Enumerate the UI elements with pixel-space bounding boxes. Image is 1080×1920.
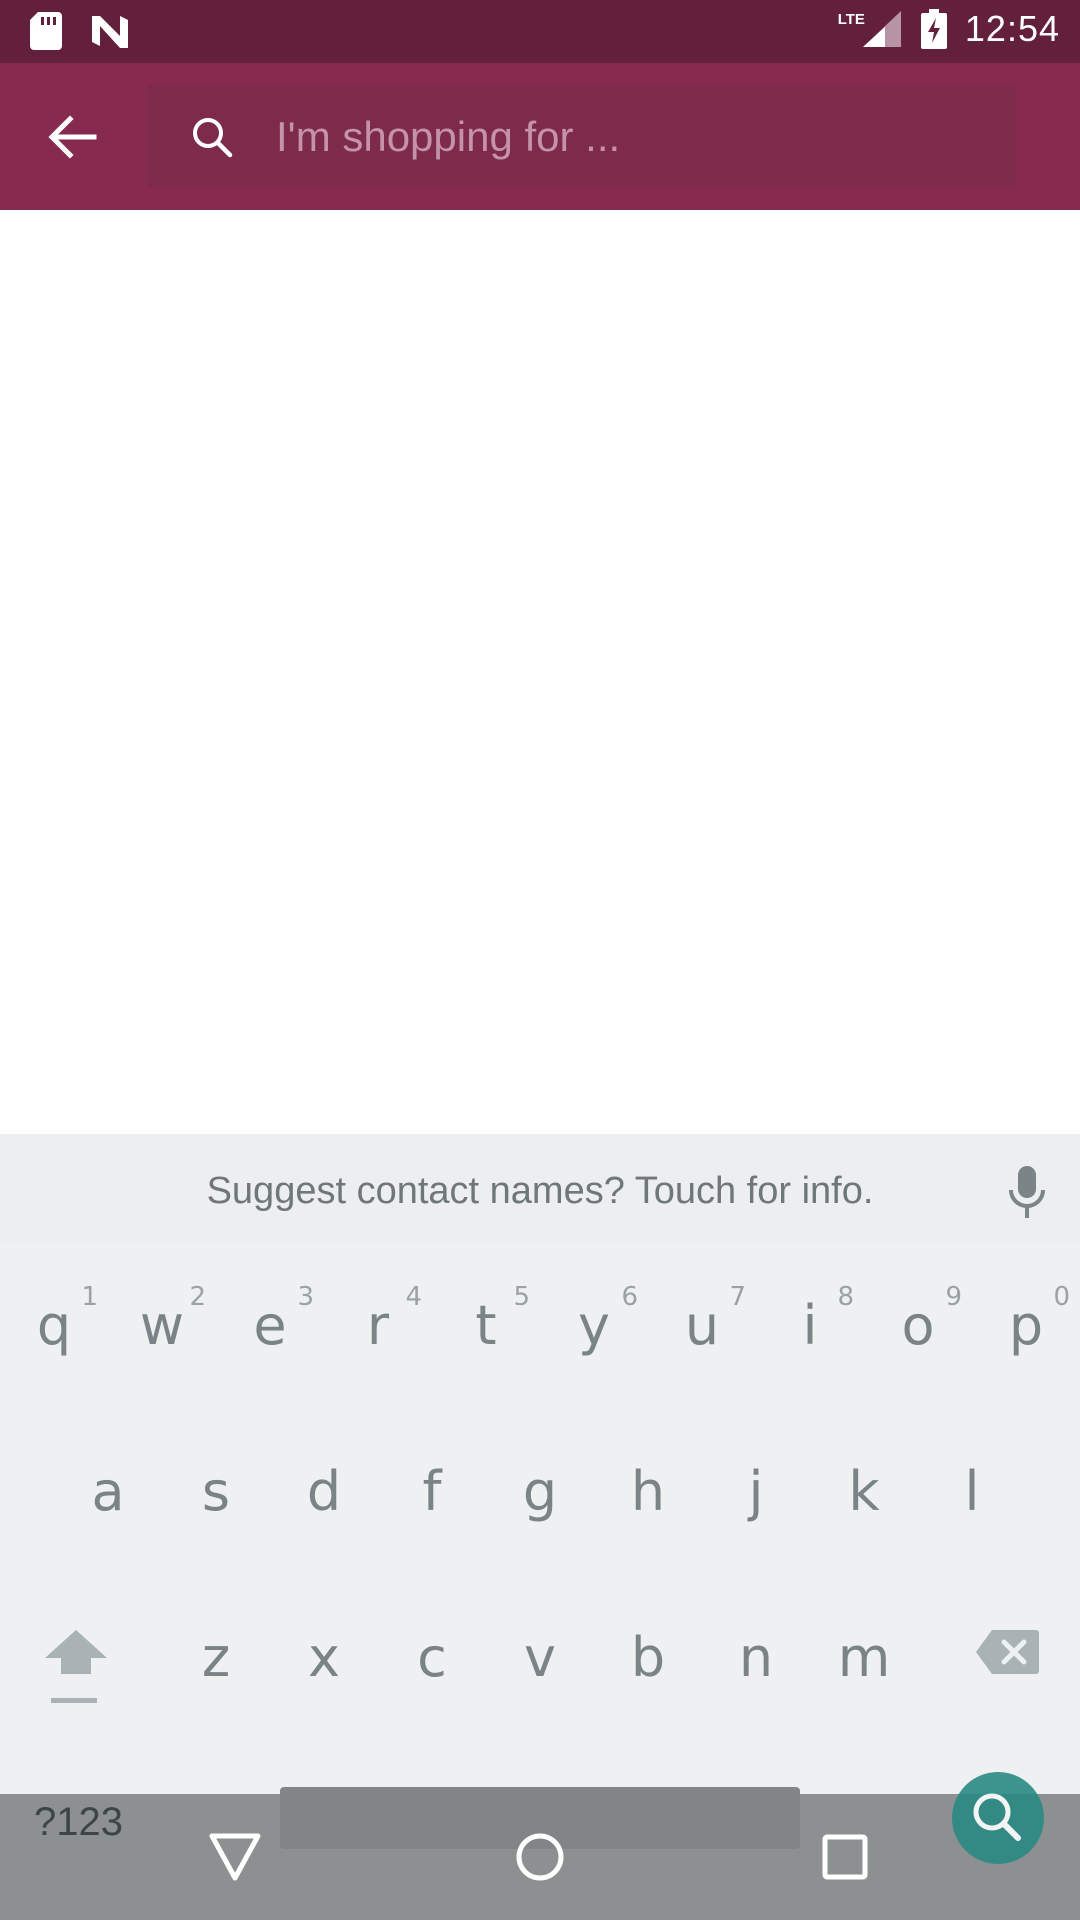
status-left-icons bbox=[30, 12, 130, 50]
key-letter: w bbox=[139, 1294, 185, 1357]
shift-key[interactable] bbox=[40, 1624, 112, 1714]
key-m[interactable]: m bbox=[834, 1626, 894, 1689]
clock: 12:54 bbox=[964, 8, 1060, 49]
key-p[interactable]: p 0 bbox=[996, 1282, 1070, 1357]
key-t[interactable]: t 5 bbox=[456, 1282, 530, 1357]
app-bar bbox=[0, 63, 1080, 210]
key-k[interactable]: k bbox=[834, 1460, 894, 1523]
back-button[interactable] bbox=[42, 107, 102, 167]
backspace-key[interactable] bbox=[972, 1628, 1042, 1688]
backspace-icon bbox=[976, 1630, 1039, 1674]
signal-icon bbox=[862, 11, 901, 47]
key-r[interactable]: r 4 bbox=[348, 1282, 422, 1357]
key-letter: e bbox=[253, 1294, 287, 1357]
key-letter: i bbox=[802, 1294, 818, 1357]
key-number-hint: 6 bbox=[621, 1282, 638, 1312]
key-z[interactable]: z bbox=[186, 1626, 246, 1689]
key-letter: z bbox=[201, 1626, 231, 1689]
key-u[interactable]: u 7 bbox=[672, 1282, 746, 1357]
key-j[interactable]: j bbox=[726, 1460, 786, 1523]
key-letter: u bbox=[684, 1294, 720, 1357]
arrow-left-icon bbox=[48, 115, 97, 159]
mic-icon[interactable] bbox=[1002, 1164, 1052, 1220]
key-n[interactable]: n bbox=[726, 1626, 786, 1689]
key-i[interactable]: i 8 bbox=[780, 1282, 854, 1357]
key-letter: l bbox=[964, 1460, 980, 1523]
key-letter: j bbox=[748, 1460, 764, 1523]
shift-arrow-icon bbox=[45, 1630, 107, 1703]
back-triangle-icon bbox=[209, 1833, 261, 1881]
nav-recents-button[interactable] bbox=[810, 1822, 880, 1892]
key-letter: d bbox=[306, 1460, 342, 1523]
key-letter: k bbox=[848, 1460, 880, 1523]
key-x[interactable]: x bbox=[294, 1626, 354, 1689]
key-f[interactable]: f bbox=[402, 1460, 462, 1523]
key-letter: b bbox=[630, 1626, 666, 1689]
recents-square-icon bbox=[822, 1834, 868, 1880]
key-letter: n bbox=[738, 1626, 774, 1689]
key-number-hint: 3 bbox=[297, 1282, 314, 1312]
key-letter: p bbox=[1008, 1294, 1044, 1357]
status-bar: LTE 12:54 bbox=[0, 0, 1080, 63]
key-letter: a bbox=[91, 1460, 125, 1523]
key-b[interactable]: b bbox=[618, 1626, 678, 1689]
nav-back-button[interactable] bbox=[200, 1822, 270, 1892]
search-icon bbox=[193, 118, 233, 158]
key-letter: o bbox=[901, 1294, 935, 1357]
suggestion-text[interactable]: Suggest contact names? Touch for info. bbox=[0, 1170, 1080, 1213]
key-h[interactable]: h bbox=[618, 1460, 678, 1523]
key-letter: y bbox=[578, 1294, 610, 1357]
key-v[interactable]: v bbox=[510, 1626, 570, 1689]
key-d[interactable]: d bbox=[294, 1460, 354, 1523]
key-number-hint: 1 bbox=[81, 1282, 98, 1312]
battery-charging-icon bbox=[920, 9, 947, 49]
key-letter: s bbox=[201, 1460, 231, 1523]
sd-card-icon bbox=[30, 12, 62, 50]
key-letter: m bbox=[837, 1626, 891, 1689]
key-letter: t bbox=[475, 1294, 497, 1357]
n-logo-icon bbox=[92, 16, 128, 48]
status-right: LTE 12:54 bbox=[838, 8, 1060, 50]
key-s[interactable]: s bbox=[186, 1460, 246, 1523]
key-c[interactable]: c bbox=[402, 1626, 462, 1689]
key-letter: r bbox=[366, 1294, 390, 1357]
key-letter: x bbox=[308, 1626, 340, 1689]
key-number-hint: 8 bbox=[837, 1282, 854, 1312]
key-q[interactable]: q 1 bbox=[24, 1282, 98, 1357]
key-w[interactable]: w 2 bbox=[132, 1282, 206, 1357]
key-number-hint: 5 bbox=[513, 1282, 530, 1312]
key-letter: g bbox=[522, 1460, 558, 1523]
search-fab-button[interactable] bbox=[952, 1772, 1044, 1864]
symbols-key[interactable]: ?123 bbox=[34, 1800, 123, 1845]
key-number-hint: 0 bbox=[1053, 1282, 1070, 1312]
key-y[interactable]: y 6 bbox=[564, 1282, 638, 1357]
key-letter: q bbox=[36, 1294, 72, 1357]
key-g[interactable]: g bbox=[510, 1460, 570, 1523]
home-circle-icon bbox=[516, 1833, 564, 1881]
key-a[interactable]: a bbox=[78, 1460, 138, 1523]
key-letter: h bbox=[630, 1460, 666, 1523]
search-input[interactable] bbox=[274, 105, 978, 169]
key-o[interactable]: o 9 bbox=[888, 1282, 962, 1357]
key-number-hint: 4 bbox=[405, 1282, 422, 1312]
search-box[interactable] bbox=[148, 85, 1016, 187]
suggestion-strip[interactable]: Suggest contact names? Touch for info. bbox=[0, 1134, 1080, 1244]
key-e[interactable]: e 3 bbox=[240, 1282, 314, 1357]
key-number-hint: 9 bbox=[945, 1282, 962, 1312]
key-letter: f bbox=[422, 1460, 442, 1523]
nav-home-button[interactable] bbox=[505, 1822, 575, 1892]
key-number-hint: 2 bbox=[189, 1282, 206, 1312]
key-number-hint: 7 bbox=[729, 1282, 746, 1312]
key-letter: c bbox=[417, 1626, 447, 1689]
network-type: LTE bbox=[837, 10, 865, 28]
key-letter: v bbox=[524, 1626, 556, 1689]
key-l[interactable]: l bbox=[942, 1460, 1002, 1523]
search-icon bbox=[973, 1793, 1021, 1841]
keyboard: Suggest contact names? Touch for info. q… bbox=[0, 1134, 1080, 1794]
